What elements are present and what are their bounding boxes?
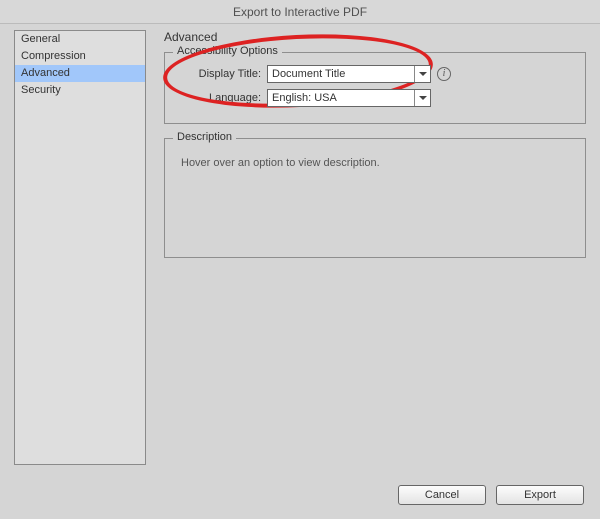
main-panel: Advanced Accessibility Options Display T…: [164, 30, 586, 465]
sidebar-item-compression[interactable]: Compression: [15, 48, 145, 65]
button-bar: Cancel Export: [398, 485, 584, 505]
sidebar-item-security[interactable]: Security: [15, 82, 145, 99]
display-title-row: Display Title: Document Title i: [175, 65, 575, 83]
window-title: Export to Interactive PDF: [0, 0, 600, 24]
language-row: Language: English: USA: [175, 89, 575, 107]
panel-title: Advanced: [164, 30, 586, 44]
language-dropdown[interactable]: English: USA: [267, 89, 431, 107]
chevron-down-icon: [414, 90, 430, 106]
display-title-value: Document Title: [272, 68, 345, 80]
sidebar-item-advanced[interactable]: Advanced: [15, 65, 145, 82]
language-label: Language:: [175, 92, 267, 104]
chevron-down-icon: [414, 66, 430, 82]
cancel-button[interactable]: Cancel: [398, 485, 486, 505]
sidebar-item-general[interactable]: General: [15, 31, 145, 48]
language-value: English: USA: [272, 92, 337, 104]
description-fieldset: Description Hover over an option to view…: [164, 138, 586, 258]
display-title-label: Display Title:: [175, 68, 267, 80]
info-icon[interactable]: i: [437, 67, 451, 81]
description-text: Hover over an option to view description…: [175, 151, 575, 247]
content-area: General Compression Advanced Security Ad…: [14, 30, 586, 465]
accessibility-fieldset: Accessibility Options Display Title: Doc…: [164, 52, 586, 124]
accessibility-legend: Accessibility Options: [173, 45, 282, 57]
export-button[interactable]: Export: [496, 485, 584, 505]
sidebar: General Compression Advanced Security: [14, 30, 146, 465]
description-legend: Description: [173, 131, 236, 143]
display-title-dropdown[interactable]: Document Title: [267, 65, 431, 83]
